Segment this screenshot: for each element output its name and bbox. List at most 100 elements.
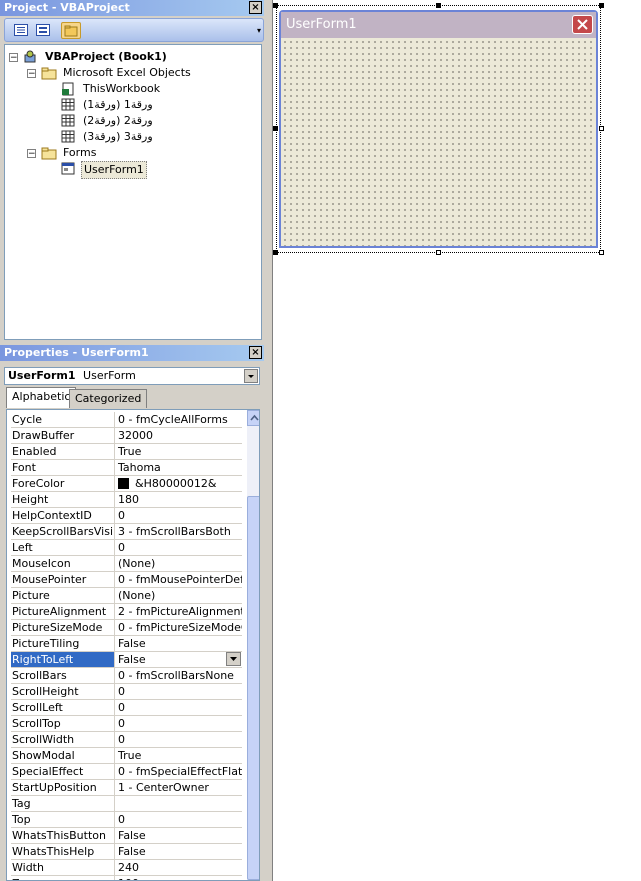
properties-pane-titlebar[interactable]: Properties - UserForm1 × — [0, 345, 264, 361]
property-row[interactable]: KeepScrollBarsVisible3 - fmScrollBarsBot… — [11, 524, 242, 540]
property-value[interactable]: 0 — [116, 540, 242, 555]
userform-icon — [61, 162, 75, 175]
property-value[interactable]: 180 — [116, 492, 242, 507]
collapse-icon[interactable]: − — [9, 53, 18, 63]
property-row[interactable]: DrawBuffer 32000 — [11, 428, 242, 444]
resize-handle-right[interactable] — [599, 126, 604, 131]
property-value[interactable]: False — [116, 636, 242, 651]
chevron-down-icon — [248, 375, 254, 378]
property-row[interactable]: PictureAlignment2 - fmPictureAlignmentCe… — [11, 604, 242, 620]
property-row[interactable]: Zoom100 — [11, 876, 242, 880]
property-name: Height — [11, 492, 115, 507]
property-value[interactable]: 0 — [116, 732, 242, 747]
value-dropdown-button[interactable] — [226, 652, 241, 666]
property-value[interactable]: 240 — [116, 860, 242, 875]
property-row[interactable]: ForeColor &H80000012& — [11, 476, 242, 492]
property-row[interactable]: Enabled True — [11, 444, 242, 460]
property-row[interactable]: WhatsThisHelp False — [11, 844, 242, 860]
property-name: Top — [11, 812, 115, 827]
resize-handle-bottom[interactable] — [436, 250, 441, 255]
resize-handle-corner[interactable] — [599, 250, 604, 255]
property-value[interactable]: 1 - CenterOwner — [116, 780, 242, 795]
property-row[interactable]: SpecialEffect 0 - fmSpecialEffectFlat — [11, 764, 242, 780]
property-value[interactable]: 3 - fmScrollBarsBoth — [116, 524, 242, 539]
property-row[interactable]: Tag — [11, 796, 242, 812]
property-value[interactable]: 0 - fmSpecialEffectFlat — [116, 764, 242, 779]
property-row[interactable]: StartUpPosition 1 - CenterOwner — [11, 780, 242, 796]
object-selector[interactable]: UserForm1 UserForm — [4, 367, 260, 385]
property-row[interactable]: MouseIcon (None) — [11, 556, 242, 572]
property-value[interactable]: 0 - fmScrollBarsNone — [116, 668, 242, 683]
userform-design-surface[interactable] — [281, 38, 596, 246]
object-name: UserForm1 — [8, 369, 76, 382]
property-value[interactable]: &H80000012& — [116, 476, 242, 491]
property-row[interactable]: Top 0 — [11, 812, 242, 828]
property-value[interactable]: 0 - fmCycleAllForms — [116, 412, 242, 427]
property-row[interactable]: PictureTiling False — [11, 636, 242, 652]
property-row[interactable]: Height 180 — [11, 492, 242, 508]
property-row[interactable]: ScrollHeight 0 — [11, 684, 242, 700]
userform-close-button[interactable] — [572, 15, 593, 34]
property-row[interactable]: PictureSizeMode0 - fmPictureSizeModeClip — [11, 620, 242, 636]
scroll-thumb[interactable] — [247, 496, 259, 880]
userform-window[interactable]: UserForm1 — [279, 10, 598, 248]
property-row[interactable]: ScrollTop 0 — [11, 716, 242, 732]
collapse-icon[interactable]: − — [27, 69, 36, 79]
property-value[interactable]: 32000 — [116, 428, 242, 443]
property-value[interactable]: (None) — [116, 556, 242, 571]
property-row[interactable]: ScrollLeft 0 — [11, 700, 242, 716]
property-row[interactable]: WhatsThisButton False — [11, 828, 242, 844]
property-value[interactable] — [116, 796, 242, 811]
property-value[interactable]: 0 - fmMousePointerDefault — [116, 572, 242, 587]
scroll-up-button[interactable] — [247, 410, 259, 426]
property-row[interactable]: Width 240 — [11, 860, 242, 876]
property-value[interactable]: False — [116, 828, 242, 843]
chevron-down-icon — [230, 657, 237, 661]
property-row[interactable]: RightToLeft False — [11, 652, 242, 668]
left-dock: Project - VBAProject × ▾ − VBAProject (B… — [0, 0, 268, 881]
pane-splitter[interactable] — [268, 0, 273, 881]
project-pane-close-button[interactable]: × — [249, 1, 262, 14]
property-value-text: 0 — [118, 685, 125, 698]
collapse-icon[interactable]: − — [27, 149, 36, 159]
userform-titlebar[interactable]: UserForm1 — [281, 12, 596, 38]
property-name: PictureSizeMode — [11, 620, 115, 635]
toggle-folders-button[interactable] — [61, 22, 81, 39]
tab-categorized[interactable]: Categorized — [69, 389, 148, 408]
property-grid-scrollbar[interactable] — [247, 410, 259, 880]
property-row[interactable]: ScrollBars 0 - fmScrollBarsNone — [11, 668, 242, 684]
object-selector-dropdown[interactable] — [244, 369, 258, 383]
property-value[interactable]: Tahoma — [116, 460, 242, 475]
folder-open-icon — [41, 67, 57, 80]
property-row[interactable]: ShowModal True — [11, 748, 242, 764]
property-value[interactable]: True — [116, 444, 242, 459]
view-code-button[interactable] — [11, 22, 31, 39]
property-row[interactable]: HelpContextID 0 — [11, 508, 242, 524]
property-value[interactable]: 0 — [116, 716, 242, 731]
toolbar-options-icon[interactable]: ▾ — [257, 26, 261, 35]
property-row[interactable]: Left 0 — [11, 540, 242, 556]
property-name: ScrollLeft — [11, 700, 115, 715]
tab-alphabetic[interactable]: Alphabetic — [6, 387, 77, 408]
properties-pane-close-button[interactable]: × — [249, 346, 262, 359]
property-value[interactable]: 0 — [116, 812, 242, 827]
project-pane-titlebar[interactable]: Project - VBAProject × — [0, 0, 264, 16]
property-value[interactable]: (None) — [116, 588, 242, 603]
property-row[interactable]: Cycle 0 - fmCycleAllForms — [11, 412, 242, 428]
property-row[interactable]: MousePointer0 - fmMousePointerDefault — [11, 572, 242, 588]
property-value[interactable]: False — [116, 652, 242, 667]
property-value[interactable]: 2 - fmPictureAlignmentCenter — [116, 604, 242, 619]
property-value[interactable]: 0 — [116, 508, 242, 523]
property-value[interactable]: 0 - fmPictureSizeModeClip — [116, 620, 242, 635]
property-row[interactable]: ScrollWidth 0 — [11, 732, 242, 748]
property-row[interactable]: Picture (None) — [11, 588, 242, 604]
tree-label: ورقة1 (ورقة1) — [83, 98, 153, 111]
property-row[interactable]: Font Tahoma — [11, 460, 242, 476]
property-value[interactable]: 0 — [116, 684, 242, 699]
property-value[interactable]: 100 — [116, 876, 242, 880]
view-object-button[interactable] — [33, 22, 53, 39]
property-value[interactable]: False — [116, 844, 242, 859]
property-value[interactable]: 0 — [116, 700, 242, 715]
tab-label: Categorized — [75, 392, 142, 405]
property-value[interactable]: True — [116, 748, 242, 763]
